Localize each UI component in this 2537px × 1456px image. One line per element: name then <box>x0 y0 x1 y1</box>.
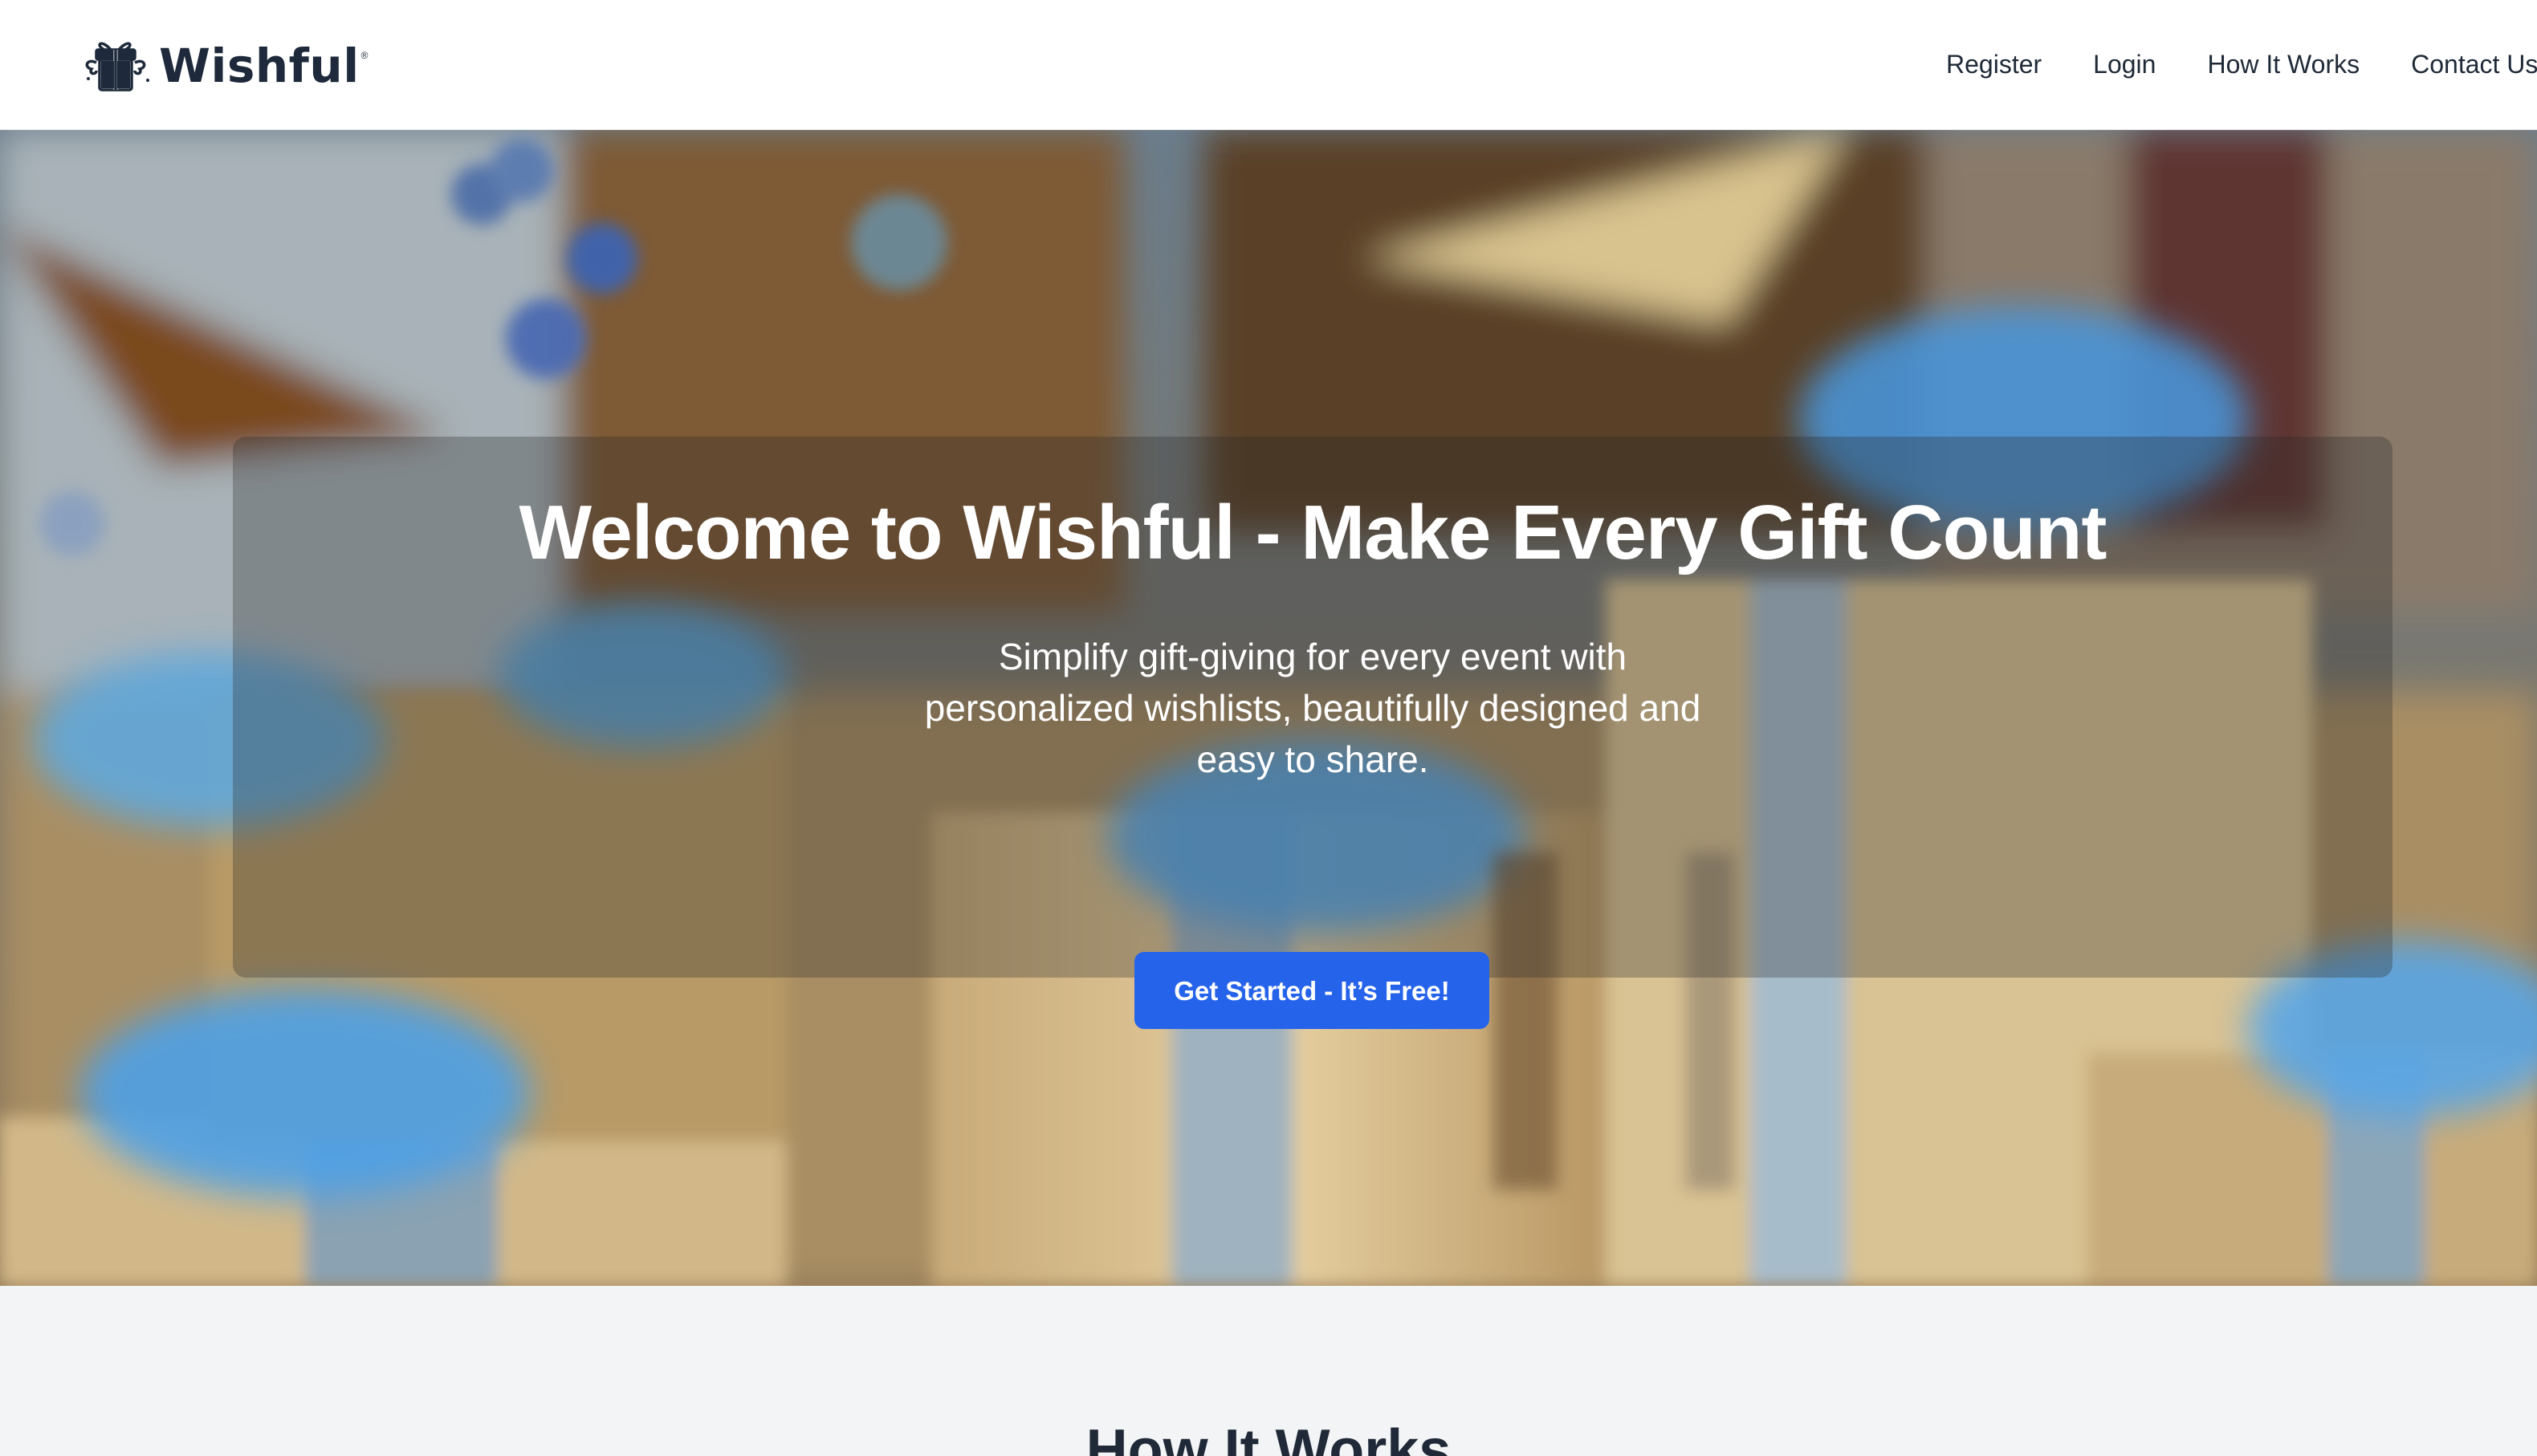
hero-title: Welcome to Wishful - Make Every Gift Cou… <box>519 490 2107 575</box>
hero-section: Welcome to Wishful - Make Every Gift Cou… <box>0 130 2537 1286</box>
nav-login-link[interactable]: Login <box>2093 45 2156 83</box>
gift-box-icon <box>85 42 149 92</box>
navbar: Wishful ® Register Login How It Works Co… <box>0 0 2537 130</box>
hero-subtitle: Simplify gift-giving for every event wit… <box>924 636 1701 780</box>
get-started-button[interactable]: Get Started - It’s Free! <box>1134 952 1489 1029</box>
nav-how-it-works-link[interactable]: How It Works <box>2207 45 2360 83</box>
brand-logo[interactable]: Wishful ® <box>80 35 368 96</box>
primary-nav: Register Login How It Works Contact Us <box>1946 45 2537 83</box>
how-it-works-section: How It Works <box>0 1286 2537 1456</box>
brand-name: Wishful <box>159 39 360 93</box>
nav-register-link[interactable]: Register <box>1946 45 2042 83</box>
how-it-works-heading: How It Works <box>1085 1418 1452 1456</box>
nav-contact-us-link[interactable]: Contact Us <box>2411 45 2537 83</box>
hero-overlay-panel: Welcome to Wishful - Make Every Gift Cou… <box>233 437 2392 1029</box>
trademark-symbol: ® <box>360 50 369 61</box>
